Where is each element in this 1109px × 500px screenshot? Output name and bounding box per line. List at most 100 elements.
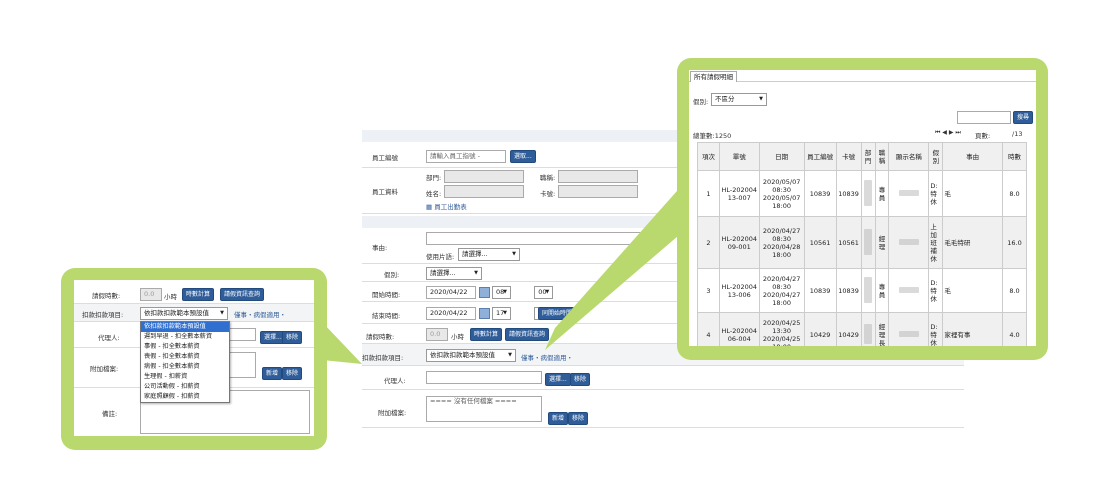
- cell-reason: 毛毛特研: [942, 216, 1003, 269]
- cell-no: HL-20200413-006: [718, 268, 760, 313]
- cell-dept-blurred: [860, 216, 876, 269]
- rz-pager-nav[interactable]: ⏮ ◀ ▶ ⏭: [935, 129, 961, 137]
- cell-name-blurred: [888, 216, 930, 269]
- lz-hours-label: 請假時數:: [92, 292, 121, 300]
- lz-deduct-row: 扣款扣款項目: 依扣款扣款範本預設值 ▼ 僅事・病假適用・: [74, 304, 314, 322]
- lz-hours-input: 0.0: [140, 288, 162, 301]
- cell-hours: 8.0: [1001, 170, 1028, 217]
- lz-deduct-label: 扣款扣款項目:: [82, 311, 124, 319]
- cell-name-blurred: [888, 312, 930, 346]
- dropdown-option[interactable]: 生理假 - 扣薪資: [141, 372, 229, 382]
- table-row[interactable]: 2 HL-20200409-001 2020/04/27 08:30 2020/…: [697, 216, 1028, 269]
- cell-type: D:特休: [928, 170, 944, 217]
- table-row[interactable]: 1 HL-20200413-007 2020/05/07 08:30 2020/…: [697, 170, 1028, 217]
- dropdown-option[interactable]: 喪假 - 扣全數本薪資: [141, 352, 229, 362]
- cell-no: HL-20200409-001: [718, 216, 760, 269]
- lz-agent-remove-button[interactable]: 移除: [282, 331, 303, 344]
- right-zoom-panel: 所有請假明細 假別: 不區分 ▼ 搜尋 總筆數:1250 ⏮ ◀ ▶ ⏭ 頁數: …: [689, 70, 1036, 346]
- cell-idx: 2: [697, 216, 720, 269]
- cell-card: 10429: [835, 312, 862, 346]
- cell-date: 2020/04/25 13:30 2020/04/25 18:00: [758, 312, 805, 346]
- lz-leave-info-button[interactable]: 請假資訊查詢: [220, 288, 265, 301]
- cell-type: D:特休: [928, 312, 944, 346]
- cell-date: 2020/05/07 08:30 2020/05/07 18:00: [758, 170, 805, 217]
- column-header[interactable]: 單號: [718, 142, 760, 171]
- cell-card: 10839: [835, 268, 862, 313]
- cell-emp: 10561: [803, 216, 837, 269]
- lz-agent-label: 代理人:: [98, 334, 120, 342]
- table-row[interactable]: 4 HL-20200406-004 2020/04/25 13:30 2020/…: [697, 312, 1028, 346]
- cell-type: 上加班補休: [928, 216, 944, 269]
- lz-deduct-links[interactable]: 僅事・病假適用・: [234, 309, 286, 319]
- rz-page-total: /13: [1012, 130, 1023, 138]
- rz-leave-type-select[interactable]: 不區分 ▼: [711, 93, 767, 106]
- cell-reason: 毛: [942, 170, 1003, 217]
- lz-deduct-select[interactable]: 依扣款扣款範本預設值 ▼: [140, 307, 228, 320]
- lz-hours-unit: 小時: [164, 293, 177, 301]
- dropdown-option[interactable]: 公司活動假 - 扣薪資: [141, 382, 229, 392]
- column-header[interactable]: 日期: [758, 142, 805, 171]
- cell-dept-blurred: [860, 170, 876, 217]
- blurred-text: [898, 286, 919, 293]
- chevron-down-icon: ▼: [759, 96, 763, 102]
- cell-date: 2020/04/27 08:30 2020/04/27 18:00: [758, 268, 805, 313]
- dropdown-option[interactable]: 遲到早退 - 扣全數本薪資: [141, 332, 229, 342]
- column-header[interactable]: 假別: [928, 142, 944, 171]
- column-header[interactable]: 員工編號: [803, 142, 837, 171]
- chevron-down-icon: ▼: [220, 310, 224, 316]
- rz-search-button[interactable]: 搜尋: [1013, 111, 1034, 124]
- column-header[interactable]: 職稱: [874, 142, 890, 171]
- blurred-text: [898, 330, 919, 337]
- rz-total-count: 總筆數:1250: [693, 132, 732, 140]
- column-header[interactable]: 時數: [1001, 142, 1028, 171]
- table-header-row: 項次 單號 日期 員工編號 卡號 部門 職稱 顯示名稱 假別 事由 時數: [697, 142, 1028, 171]
- cell-dept-blurred: [860, 312, 876, 346]
- dropdown-option[interactable]: 家庭照顧假 - 扣薪資: [141, 392, 229, 402]
- cell-hours: 16.0: [1001, 216, 1028, 269]
- cell-name-blurred: [888, 170, 930, 217]
- cell-idx: 1: [697, 170, 720, 217]
- column-header[interactable]: 事由: [942, 142, 1003, 171]
- leave-table: 項次 單號 日期 員工編號 卡號 部門 職稱 顯示名稱 假別 事由 時數 1 H…: [697, 142, 1028, 346]
- cell-name-blurred: [888, 268, 930, 313]
- tab-all-leave[interactable]: 所有請假明細: [690, 71, 737, 82]
- blurred-text: [864, 276, 873, 303]
- cell-title: 專員: [874, 170, 890, 217]
- cell-reason: 毛: [942, 268, 1003, 313]
- lz-calc-button[interactable]: 時數計算: [182, 288, 215, 301]
- dropdown-option[interactable]: 事假 - 扣全數本薪資: [141, 342, 229, 352]
- column-header[interactable]: 顯示名稱: [888, 142, 930, 171]
- blurred-text: [898, 238, 919, 245]
- lz-attach-remove-button[interactable]: 移除: [282, 367, 303, 380]
- cell-no: HL-20200406-004: [718, 312, 760, 346]
- left-zoom-panel: 請假時數: 0.0 小時 時數計算 請假資訊查詢 扣款扣款項目: 依扣款扣款範本…: [74, 280, 314, 436]
- cell-title: 專員: [874, 268, 890, 313]
- column-header[interactable]: 卡號: [835, 142, 862, 171]
- cell-emp: 10839: [803, 268, 837, 313]
- cell-emp: 10429: [803, 312, 837, 346]
- rz-leave-type-value: 不區分: [715, 95, 735, 103]
- cell-no: HL-20200413-007: [718, 170, 760, 217]
- lz-hours-row: 請假時數: 0.0 小時 時數計算 請假資訊查詢: [74, 280, 314, 304]
- lz-note-label: 備註:: [102, 410, 118, 418]
- cell-card: 10839: [835, 170, 862, 217]
- lz-attach-label: 附加檔案:: [90, 365, 119, 373]
- rz-tab-bar: 所有請假明細: [689, 70, 1036, 82]
- cell-title: 經理: [874, 216, 890, 269]
- column-header[interactable]: 項次: [697, 142, 720, 171]
- cell-hours: 4.0: [1001, 312, 1028, 346]
- dropdown-option[interactable]: 依扣款扣款範本預設值: [141, 322, 229, 332]
- column-header[interactable]: 部門: [860, 142, 876, 171]
- cell-card: 10561: [835, 216, 862, 269]
- cell-idx: 4: [697, 312, 720, 346]
- rz-search-input[interactable]: [957, 111, 1011, 124]
- dropdown-option[interactable]: 病假 - 扣全數本薪資: [141, 362, 229, 372]
- table-row[interactable]: 3 HL-20200413-006 2020/04/27 08:30 2020/…: [697, 268, 1028, 313]
- blurred-text: [864, 228, 873, 255]
- rz-leave-type-label: 假別:: [693, 98, 709, 106]
- lz-attach-add-button[interactable]: 新增: [262, 367, 283, 380]
- cell-hours: 8.0: [1001, 268, 1028, 313]
- blurred-text: [864, 323, 873, 344]
- cell-idx: 3: [697, 268, 720, 313]
- deduct-dropdown-list: 依扣款扣款範本預設值 遲到早退 - 扣全數本薪資 事假 - 扣全數本薪資 喪假 …: [140, 321, 230, 403]
